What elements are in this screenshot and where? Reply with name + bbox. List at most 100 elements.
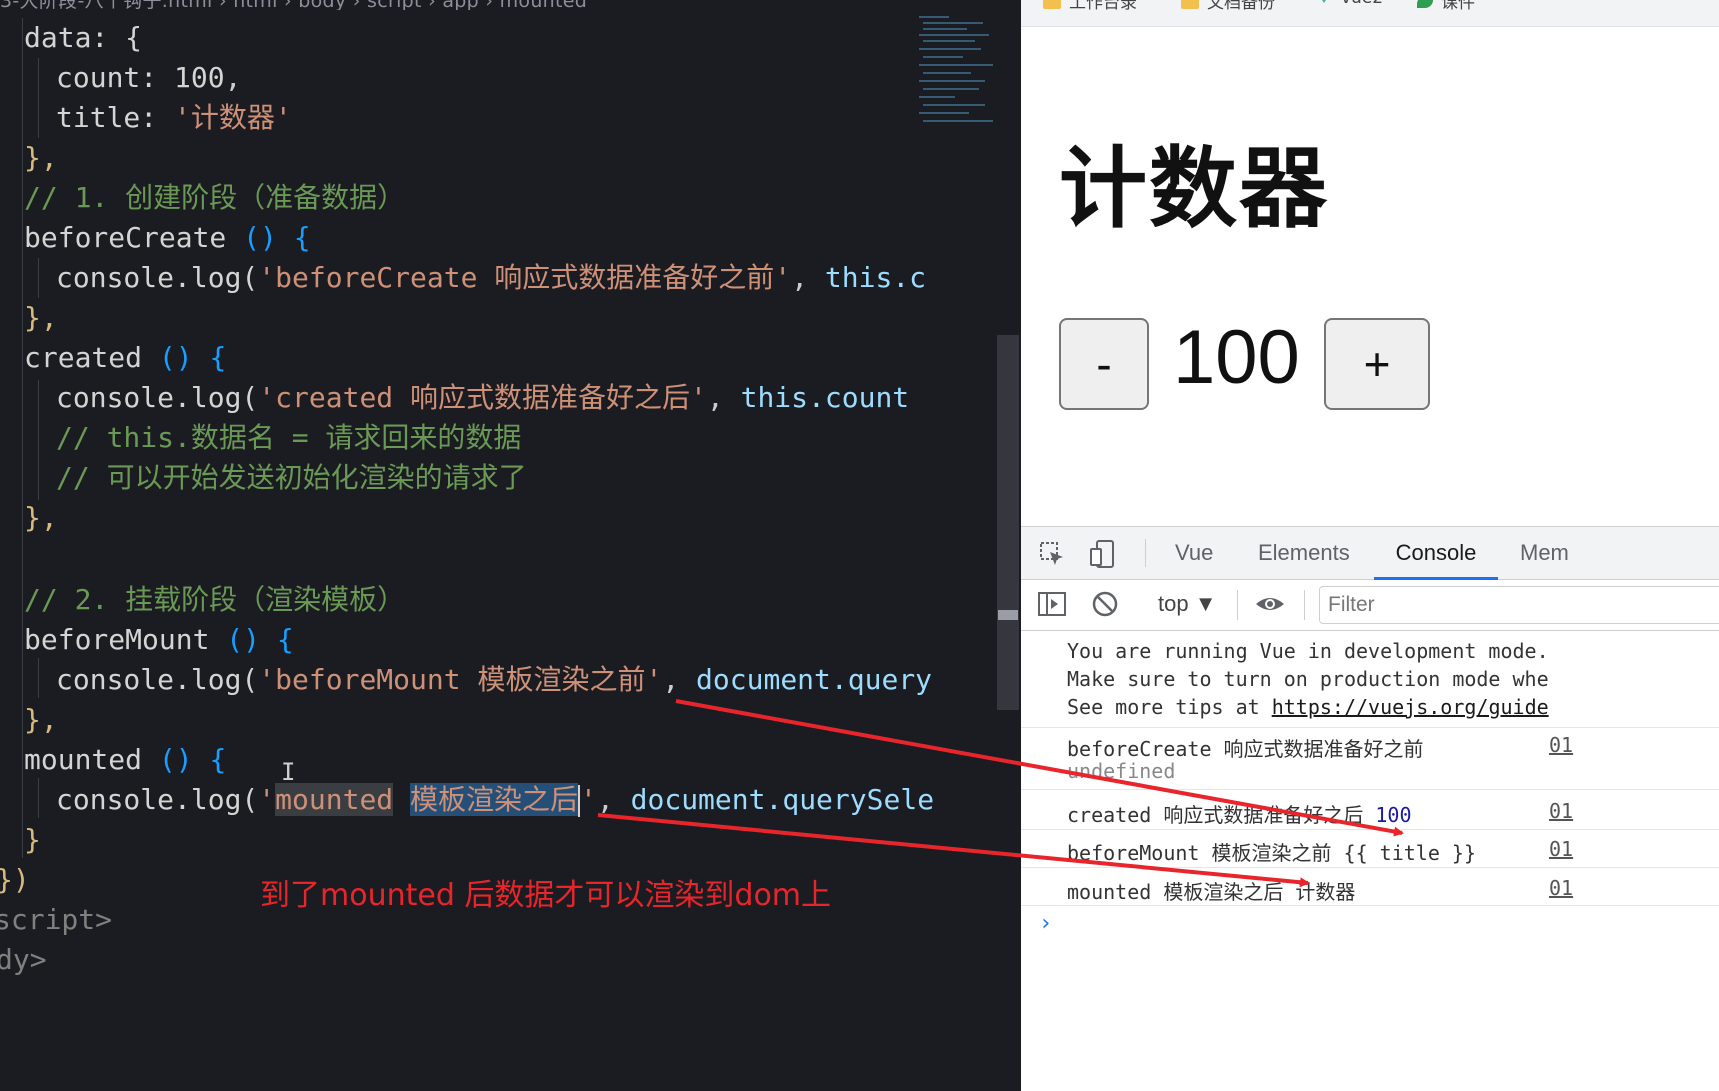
row-divider (1021, 829, 1719, 830)
code-token: title: (56, 101, 175, 134)
inspect-element-icon[interactable] (1039, 541, 1065, 567)
code-line[interactable]: data: { (24, 18, 142, 58)
code-token: , (662, 663, 697, 696)
code-line[interactable]: }, (24, 138, 58, 178)
code-line[interactable]: // this.数据名 = 请求回来的数据 (56, 418, 521, 458)
code-token: beforeMount (24, 623, 210, 656)
code-line[interactable]: // 1. 创建阶段（准备数据） (24, 178, 405, 218)
code-line[interactable]: // 可以开始发送初始化渲染的请求了 (56, 458, 527, 498)
minimap-line (923, 40, 975, 42)
minimap-line (923, 28, 967, 30)
bookmark-item[interactable]: 工作台录 (1043, 0, 1137, 13)
devtools-tab-bar: Vue Elements Console Mem (1021, 527, 1719, 580)
code-line[interactable]: beforeCreate () { (24, 218, 311, 258)
minimap-line (923, 88, 979, 90)
console-source-link[interactable]: 01 (1549, 733, 1573, 757)
code-line[interactable]: console.log('created 响应式数据准备好之后', this.c… (56, 378, 909, 418)
device-toolbar-icon[interactable] (1089, 539, 1119, 569)
code-token: console.log( (56, 261, 259, 294)
context-selector[interactable]: top ▼ (1158, 588, 1216, 620)
code-line[interactable]: }, (24, 700, 58, 740)
code-token: beforeCreate (24, 221, 227, 254)
code-line[interactable]: console.log('beforeMount 模板渲染之前', docume… (56, 660, 932, 700)
code-line[interactable]: } (24, 820, 41, 860)
folder-icon (1043, 0, 1061, 9)
code-token: 'beforeCreate 响应式数据准备好之前' (258, 261, 792, 294)
row-divider (1021, 905, 1719, 906)
code-line[interactable]: }) (0, 860, 30, 900)
minimap-line (919, 96, 955, 98)
clear-console-icon[interactable] (1091, 590, 1119, 618)
bookmark-item[interactable]: vue2 (1315, 0, 1383, 12)
code-token: script> (0, 903, 113, 936)
vue-guide-link[interactable]: https://vuejs.org/guide (1272, 695, 1549, 719)
show-sidebar-icon[interactable] (1037, 590, 1067, 618)
console-source-link[interactable]: 01 (1549, 837, 1573, 861)
console-prompt-icon[interactable]: › (1039, 911, 1052, 936)
count-value: 100 (1173, 315, 1300, 400)
code-token: document.query (696, 663, 933, 696)
leaf-icon (1417, 0, 1433, 8)
code-token: () { (158, 341, 227, 374)
minimap-line (923, 56, 963, 58)
code-line[interactable]: script> (0, 900, 112, 940)
breadcrumb[interactable]: 3-大阶段-八个钩子.html › html › body › script ›… (0, 0, 1000, 10)
console-log-beforemount: beforeMount 模板渲染之前 {{ title }} (1067, 841, 1476, 865)
code-line[interactable]: mounted () { (24, 740, 226, 780)
console-source-link[interactable]: 01 (1549, 799, 1573, 823)
code-editor[interactable]: 3-大阶段-八个钩子.html › html › body › script ›… (0, 0, 1120, 1091)
code-line[interactable]: console.log('beforeCreate 响应式数据准备好之前', t… (56, 258, 926, 298)
code-area[interactable]: data: { count: 100, title: '计数器' }, // 1… (0, 18, 995, 1091)
tab-elements[interactable]: Elements (1258, 527, 1350, 577)
scrollbar-position-marker (998, 610, 1018, 620)
vertical-scrollbar[interactable] (997, 335, 1019, 710)
console-number: 100 (1375, 803, 1412, 827)
code-token: , (224, 61, 242, 94)
code-line[interactable]: title: '计数器' (56, 98, 292, 138)
text-selection[interactable]: 模板渲染之后 (410, 783, 579, 816)
selection-highlight: mounted (275, 783, 394, 816)
live-expression-eye-icon[interactable] (1254, 590, 1286, 618)
bookmark-label: vue2 (1341, 0, 1383, 8)
code-line-current[interactable]: console.log('mounted 模板渲染之后', document.q… (56, 780, 934, 820)
code-line[interactable]: created () { (24, 338, 226, 378)
code-token: () { (226, 623, 294, 656)
increment-button[interactable]: + (1324, 318, 1430, 410)
code-line[interactable]: }, (24, 298, 58, 338)
separator (1237, 590, 1238, 620)
minimap[interactable] (913, 12, 999, 132)
filter-input[interactable] (1319, 586, 1719, 624)
code-token: mounted (24, 743, 143, 776)
minimap-line (923, 72, 971, 74)
separator (1145, 539, 1146, 567)
code-token: this.count (740, 381, 910, 414)
code-token: }) (0, 863, 30, 896)
code-line[interactable]: }, (24, 498, 58, 538)
code-comment: // 2. 挂载阶段（渲染模板） (24, 583, 406, 616)
console-toolbar: top ▼ (1021, 580, 1719, 631)
code-token: ' (258, 783, 276, 816)
indent-guide (38, 380, 39, 500)
bookmark-item[interactable]: 文档备份 (1181, 0, 1275, 13)
code-token: }, (24, 141, 58, 174)
bookmark-item[interactable]: 课件 (1417, 0, 1475, 13)
code-line[interactable]: count: 100, (56, 58, 241, 98)
console-value-undefined: undefined (1067, 759, 1176, 783)
code-line[interactable]: beforeMount () { (24, 620, 294, 660)
code-token: document.querySele (630, 783, 935, 816)
bookmark-label: 文档备份 (1207, 0, 1275, 13)
tab-console[interactable]: Console (1374, 527, 1498, 580)
indent-guide (38, 58, 39, 138)
console-message: Make sure to turn on production mode whe (1067, 667, 1549, 691)
code-line[interactable]: // 2. 挂载阶段（渲染模板） (24, 580, 405, 620)
tab-vue[interactable]: Vue (1175, 527, 1213, 577)
decrement-button[interactable]: - (1059, 318, 1149, 410)
bookmarks-bar: 工作台录 文档备份 vue2 课件 (1021, 0, 1719, 27)
console-source-link[interactable]: 01 (1549, 876, 1573, 900)
code-line[interactable]: dy> (0, 940, 47, 980)
console-log-created: created 响应式数据准备好之后 100 (1067, 799, 1412, 828)
bookmark-label: 工作台录 (1069, 0, 1137, 13)
code-comment: // 可以开始发送初始化渲染的请求了 (56, 461, 527, 494)
tab-memory[interactable]: Mem (1520, 527, 1569, 577)
indent-guide (38, 658, 39, 698)
